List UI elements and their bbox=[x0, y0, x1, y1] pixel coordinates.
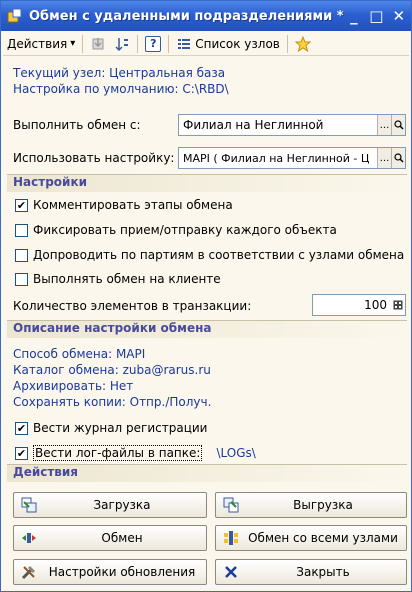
nodes-list-button[interactable]: Список узлов bbox=[172, 34, 284, 54]
exchange-all-label: Обмен со всеми узлами bbox=[248, 531, 398, 545]
option-comment-stages-label: Комментировать этапы обмена bbox=[33, 198, 233, 212]
exchange-with-select-button[interactable]: ... bbox=[377, 115, 391, 135]
exchange-button[interactable]: Обмен bbox=[13, 525, 207, 551]
log-files-label: Вести лог-файлы в папке: bbox=[33, 445, 203, 461]
exchange-method-text: Способ обмена: MAPI bbox=[13, 347, 146, 361]
toolbar-separator bbox=[168, 34, 170, 53]
use-setting-value: MAPI ( Филиал на Неглинной - Ц bbox=[183, 151, 370, 165]
exchange-with-field[interactable]: Филиал на Неглинной ... bbox=[178, 114, 406, 136]
close-icon bbox=[222, 563, 240, 581]
maximize-button[interactable]: □ bbox=[366, 5, 386, 27]
option-client-exchange[interactable]: Выполнять обмен на клиенте bbox=[15, 272, 221, 286]
minimize-button[interactable]: _ bbox=[344, 5, 364, 27]
help-icon: ? bbox=[145, 35, 162, 52]
option-fix-objects-checkbox[interactable] bbox=[15, 223, 28, 237]
use-setting-field[interactable]: MAPI ( Филиал на Неглинной - Ц ... bbox=[178, 147, 406, 169]
current-node-text: Текущий узел: Центральная база bbox=[13, 66, 226, 80]
actions-section-header: Действия bbox=[7, 464, 407, 482]
toolbar-separator bbox=[82, 34, 84, 53]
close-label: Закрыть bbox=[296, 565, 350, 579]
update-settings-button[interactable]: Настройки обновления bbox=[13, 559, 207, 585]
chevron-down-icon: ▾ bbox=[70, 38, 76, 49]
use-setting-select-button[interactable]: ... bbox=[377, 148, 391, 168]
import-toolbar-button[interactable] bbox=[86, 34, 110, 54]
use-setting-search-icon[interactable] bbox=[391, 148, 405, 168]
nodes-list-label: Список узлов bbox=[195, 36, 280, 51]
toolbar: Действия ▾ ? Список узлов bbox=[3, 32, 409, 56]
default-setting-text: Настройка по умолчанию: C:\RBD\ bbox=[13, 82, 229, 96]
tools-icon bbox=[20, 563, 38, 581]
log-journal-checkbox[interactable]: ✔ bbox=[15, 421, 28, 435]
option-fix-objects[interactable]: Фиксировать прием/отправку каждого объек… bbox=[15, 223, 337, 237]
log-journal-label: Вести журнал регистрации bbox=[33, 421, 208, 435]
log-folder-link[interactable]: \LOGs\ bbox=[216, 446, 255, 460]
import-icon bbox=[90, 36, 106, 52]
tx-count-label: Количество элементов в транзакции: bbox=[13, 299, 252, 313]
option-client-exchange-label: Выполнять обмен на клиенте bbox=[33, 272, 221, 286]
export-icon bbox=[222, 496, 240, 514]
close-button[interactable]: Закрыть bbox=[215, 559, 407, 585]
star-icon bbox=[294, 35, 311, 52]
list-icon bbox=[176, 36, 192, 52]
title-bar: Обмен с удаленными подразделениями * _ □… bbox=[1, 1, 411, 31]
tx-count-field[interactable]: 100 bbox=[312, 294, 406, 316]
exchange-with-value: Филиал на Неглинной bbox=[183, 118, 324, 132]
option-batch-posting-label: Допроводить по партиям в соответствии с … bbox=[33, 248, 405, 262]
help-label: ? bbox=[150, 37, 157, 50]
window-title: Обмен с удаленными подразделениями * bbox=[29, 8, 344, 24]
option-batch-posting[interactable]: Допроводить по партиям в соответствии с … bbox=[15, 248, 404, 262]
import-label: Загрузка bbox=[93, 498, 151, 512]
exchange-window: Обмен с удаленными подразделениями * _ □… bbox=[0, 0, 412, 592]
update-settings-label: Настройки обновления bbox=[48, 565, 196, 579]
exchange-with-label: Выполнить обмен с: bbox=[13, 118, 141, 132]
sort-toolbar-button[interactable] bbox=[110, 34, 134, 54]
app-icon bbox=[7, 8, 23, 24]
import-button[interactable]: Загрузка bbox=[13, 492, 207, 518]
description-section-header: Описание настройки обмена bbox=[7, 320, 407, 338]
import-icon bbox=[20, 496, 38, 514]
actions-menu-label: Действия bbox=[7, 36, 68, 51]
export-button[interactable]: Выгрузка bbox=[215, 492, 407, 518]
option-batch-posting-checkbox[interactable] bbox=[15, 248, 28, 262]
option-comment-stages-checkbox[interactable]: ✔ bbox=[15, 198, 28, 212]
calculator-icon[interactable] bbox=[391, 295, 405, 315]
exchange-icon bbox=[20, 529, 38, 547]
favorites-button[interactable] bbox=[291, 34, 315, 54]
sort-icon bbox=[114, 36, 130, 52]
export-label: Выгрузка bbox=[293, 498, 353, 512]
option-fix-objects-label: Фиксировать прием/отправку каждого объек… bbox=[33, 223, 337, 237]
option-comment-stages[interactable]: ✔ Комментировать этапы обмена bbox=[15, 198, 233, 212]
close-window-button[interactable]: ✕ bbox=[389, 5, 409, 27]
archive-text: Архивировать: Нет bbox=[13, 379, 134, 393]
log-files-checkbox[interactable]: ✔ bbox=[15, 446, 28, 460]
tx-count-value: 100 bbox=[364, 298, 387, 312]
log-journal-option[interactable]: ✔ Вести журнал регистрации bbox=[15, 421, 207, 435]
exchange-catalog-text: Каталог обмена: zuba@rarus.ru bbox=[13, 363, 211, 377]
exchange-label: Обмен bbox=[101, 531, 143, 545]
actions-menu-button[interactable]: Действия ▾ bbox=[3, 34, 79, 54]
exchange-with-search-icon[interactable] bbox=[391, 115, 405, 135]
toolbar-separator bbox=[286, 34, 288, 53]
exchange-all-icon bbox=[222, 529, 240, 547]
toolbar-separator bbox=[137, 34, 139, 53]
option-client-exchange-checkbox[interactable] bbox=[15, 272, 28, 286]
save-copies-text: Сохранять копии: Отпр./Получ. bbox=[13, 395, 212, 409]
settings-section-header: Настройки bbox=[7, 174, 407, 192]
log-files-option[interactable]: ✔ Вести лог-файлы в папке: \LOGs\ bbox=[15, 445, 256, 461]
exchange-all-button[interactable]: Обмен со всеми узлами bbox=[215, 525, 407, 551]
use-setting-label: Использовать настройку: bbox=[13, 151, 175, 165]
help-button[interactable]: ? bbox=[141, 34, 165, 54]
